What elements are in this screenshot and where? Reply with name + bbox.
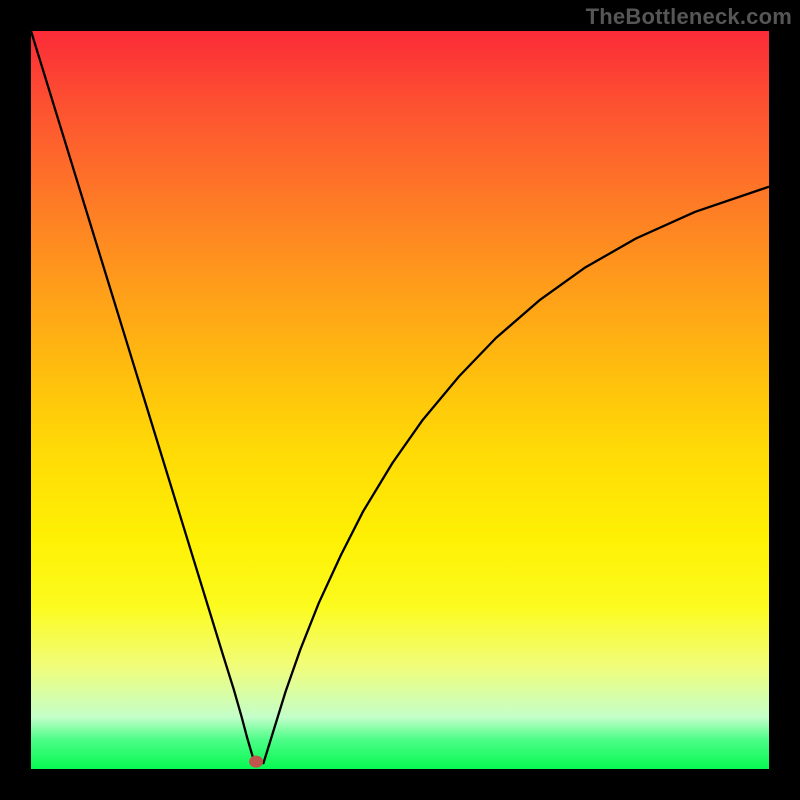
bottleneck-curve — [31, 31, 769, 763]
chart-svg — [31, 31, 769, 769]
minimum-marker — [249, 756, 263, 768]
watermark-text: TheBottleneck.com — [586, 4, 792, 30]
plot-area — [31, 31, 769, 769]
chart-frame: { "watermark": "TheBottleneck.com", "cha… — [0, 0, 800, 800]
